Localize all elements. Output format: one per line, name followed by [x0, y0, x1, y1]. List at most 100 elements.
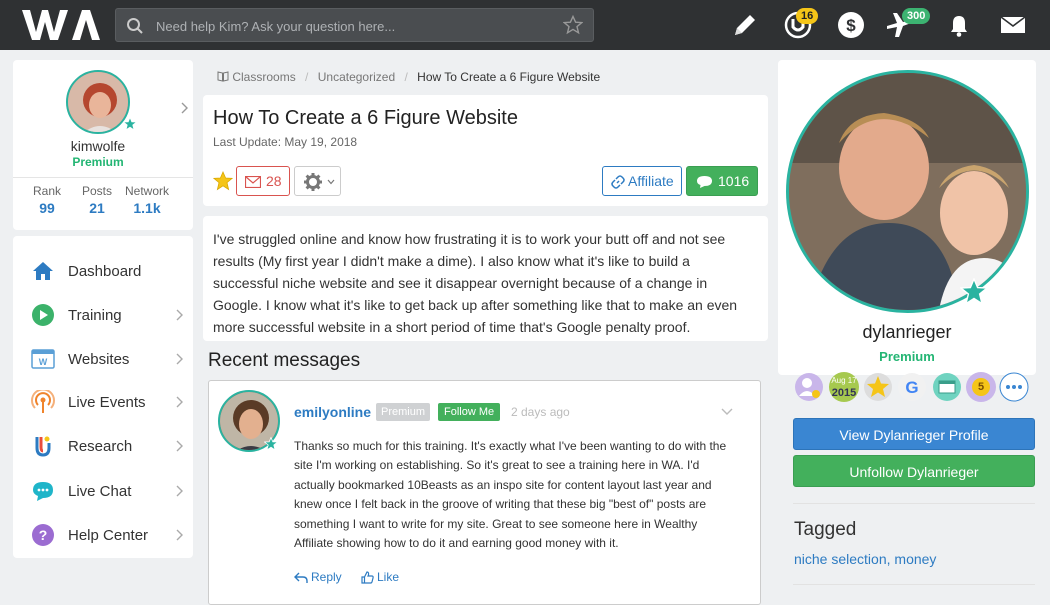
chevron-right-icon — [176, 440, 183, 452]
wa-logo[interactable] — [20, 6, 100, 44]
divider — [793, 503, 1035, 504]
svg-text:?: ? — [39, 527, 48, 543]
author-username[interactable]: dylanrieger — [778, 322, 1036, 343]
affiliate-label: Affiliate — [628, 173, 674, 189]
author-membership: Premium — [879, 349, 935, 364]
search-bar — [115, 8, 594, 42]
rank-badge[interactable]: 5 — [966, 372, 996, 402]
sidebar-item-label: Websites — [68, 351, 130, 368]
mail-button[interactable]: 28 — [236, 166, 290, 196]
stat-posts[interactable]: Posts 21 — [71, 184, 123, 216]
bell-icon[interactable] — [944, 10, 974, 40]
star-badge[interactable] — [863, 372, 893, 402]
sidebar-item-label: Research — [68, 438, 133, 455]
divider — [13, 177, 193, 178]
stat-value: 1.1k — [133, 200, 161, 216]
message-username[interactable]: emilyonline — [294, 404, 371, 420]
home-icon — [33, 262, 53, 280]
sidebar-item-websites[interactable]: W Websites — [13, 339, 193, 379]
sidebar-nav: Dashboard Training W Websites Live Event… — [13, 236, 193, 558]
article-text: I've struggled online and know how frust… — [213, 231, 738, 335]
premium-star-icon — [264, 437, 278, 451]
breadcrumb-classrooms[interactable]: Classrooms — [232, 70, 295, 84]
google-badge[interactable]: G — [897, 372, 927, 402]
profile-username[interactable]: kimwolfe — [13, 138, 183, 154]
play-icon — [32, 304, 54, 326]
divider — [793, 584, 1035, 585]
website-icon: W — [31, 349, 55, 369]
comment-icon — [697, 176, 712, 188]
sidebar-item-live-chat[interactable]: Live Chat — [13, 471, 193, 511]
premium-star-icon — [960, 278, 988, 306]
site-badge[interactable] — [932, 372, 962, 402]
rank-number: 5 — [972, 378, 990, 396]
stat-rank[interactable]: Rank 99 — [21, 184, 73, 216]
tag-link[interactable]: money — [894, 551, 936, 567]
follow-button[interactable]: Follow Me — [438, 403, 501, 421]
star-icon[interactable] — [213, 171, 233, 191]
sidebar-item-research[interactable]: Research — [13, 426, 193, 466]
svg-text:G: G — [905, 378, 918, 397]
reply-button[interactable]: Reply — [294, 570, 342, 584]
sidebar-item-label: Dashboard — [68, 263, 142, 280]
sidebar-item-dashboard[interactable]: Dashboard — [13, 251, 193, 291]
sidebar-item-label: Training — [68, 307, 122, 324]
sidebar-item-label: Live Events — [68, 394, 146, 411]
dollar-icon[interactable]: $ — [836, 10, 866, 40]
mail-icon[interactable] — [998, 10, 1028, 40]
last-update: Last Update: May 19, 2018 — [213, 135, 358, 149]
reply-icon — [294, 572, 308, 583]
chevron-right-icon[interactable] — [181, 102, 189, 114]
link-icon — [611, 175, 625, 189]
breadcrumb-uncategorized[interactable]: Uncategorized — [318, 70, 395, 84]
chevron-right-icon — [176, 485, 183, 497]
badge-month: Aug 17 — [831, 376, 857, 385]
thumbs-up-icon — [361, 571, 374, 584]
search-input[interactable] — [156, 15, 556, 37]
avatar[interactable] — [66, 70, 130, 134]
sidebar-item-live-events[interactable]: Live Events — [13, 382, 193, 422]
gear-icon — [304, 173, 322, 191]
settings-dropdown[interactable] — [294, 166, 341, 196]
comments-button[interactable]: 1016 — [686, 166, 758, 196]
pencil-icon[interactable] — [730, 10, 760, 40]
message-time: 2 days ago — [511, 405, 570, 419]
premium-star-icon — [123, 117, 137, 131]
search-icon — [127, 18, 143, 34]
sidebar-item-label: Help Center — [68, 527, 149, 544]
help-icon: ? — [32, 524, 54, 546]
profile-card: kimwolfe Premium Rank 99 Posts 21 Networ… — [13, 60, 193, 230]
badge-year: 2015 — [831, 387, 857, 399]
author-avatar[interactable] — [786, 70, 1029, 313]
stat-value: 21 — [89, 200, 105, 216]
sidebar-item-help-center[interactable]: ? Help Center — [13, 515, 193, 555]
top-bar: 16 $ 300 — [0, 0, 1050, 50]
chevron-down-icon[interactable] — [721, 408, 733, 416]
message-card: emilyonline Premium Follow Me 2 days ago… — [208, 380, 761, 605]
ambassador-badge[interactable] — [794, 372, 824, 402]
more-badges-icon[interactable] — [999, 372, 1029, 402]
breadcrumb-separator: / — [404, 69, 408, 84]
like-button[interactable]: Like — [361, 570, 399, 584]
chevron-down-icon — [327, 179, 335, 185]
comment-count: 1016 — [718, 173, 750, 189]
message-text: Thanks so much for this training. It's e… — [294, 439, 727, 551]
tag-link[interactable]: niche selection — [794, 551, 887, 567]
university-badge: 16 — [796, 8, 819, 24]
sidebar-item-training[interactable]: Training — [13, 295, 193, 335]
chevron-right-icon — [176, 353, 183, 365]
unfollow-button[interactable]: Unfollow Dylanrieger — [793, 455, 1035, 487]
airplane-badge: 300 — [902, 8, 931, 24]
membership-tag: Premium — [376, 403, 431, 421]
stat-label: Network — [124, 184, 169, 198]
stat-label: Rank — [32, 184, 61, 198]
stat-label: Posts — [81, 184, 112, 198]
affiliate-button[interactable]: Affiliate — [602, 166, 682, 196]
view-profile-button[interactable]: View Dylanrieger Profile — [793, 418, 1035, 450]
member-since-badge[interactable]: Aug 17 2015 — [829, 372, 859, 402]
star-outline-icon[interactable] — [563, 15, 583, 35]
breadcrumb-current: How To Create a 6 Figure Website — [417, 69, 601, 84]
sidebar-item-label: Live Chat — [68, 483, 132, 500]
stat-network[interactable]: Network 1.1k — [121, 184, 173, 216]
research-icon — [35, 436, 51, 457]
